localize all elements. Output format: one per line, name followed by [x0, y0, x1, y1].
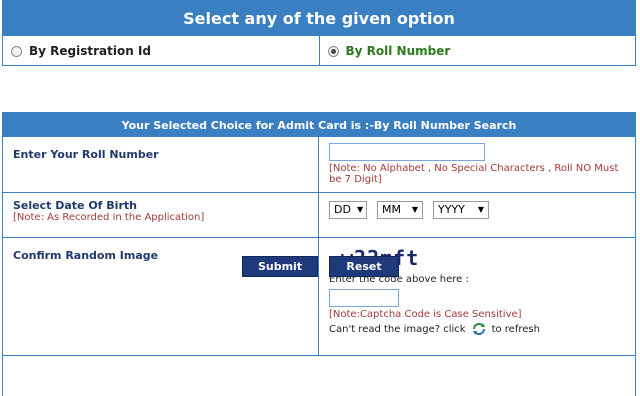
captcha-label: Confirm Random Image [13, 249, 159, 262]
dob-label: Select Date Of Birth [13, 199, 137, 212]
roll-number-row: Enter Your Roll Number [Note: No Alphabe… [3, 137, 635, 193]
radio-roll-number[interactable] [327, 45, 339, 57]
option-box: Select any of the given option By Regist… [2, 0, 636, 66]
dob-note: [Note: As Recorded in the Application] [13, 212, 205, 223]
captcha-input[interactable] [329, 289, 399, 307]
option-registration-label: By Registration Id [29, 44, 151, 58]
dob-year-select[interactable]: YYYY ▼ [433, 200, 489, 219]
captcha-row: Confirm Random Image w22mft Enter the co… [3, 238, 635, 356]
chevron-down-icon: ▼ [477, 205, 484, 214]
form-title: Your Selected Choice for Admit Card is :… [3, 113, 635, 137]
option-row: By Registration Id By Roll Number [3, 36, 635, 66]
roll-number-note: [Note: No Alphabet , No Special Characte… [329, 162, 619, 185]
roll-number-input[interactable] [329, 142, 485, 161]
captcha-note: [Note:Captcha Code is Case Sensitive] [329, 309, 522, 320]
dob-row: Select Date Of Birth [Note: As Recorded … [3, 193, 635, 238]
dob-day-select[interactable]: DD ▼ [329, 200, 367, 219]
submit-button[interactable]: Submit [242, 256, 318, 277]
option-box-title: Select any of the given option [3, 1, 635, 36]
dob-month-select[interactable]: MM ▼ [377, 200, 423, 219]
cant-read-text: Can't read the image? click [329, 323, 466, 335]
chevron-down-icon: ▼ [356, 205, 364, 214]
radio-registration-id[interactable] [11, 45, 22, 57]
roll-number-label: Enter Your Roll Number [13, 148, 159, 161]
reset-button[interactable]: Reset [329, 256, 399, 277]
refresh-icon[interactable] [472, 322, 486, 336]
refresh-text: to refresh [491, 323, 540, 335]
captcha-refresh-line: Can't read the image? click to refresh [329, 322, 635, 336]
admit-card-form: Your Selected Choice for Admit Card is :… [2, 112, 636, 396]
option-roll-number[interactable]: By Roll Number [320, 36, 636, 66]
option-roll-label: By Roll Number [345, 44, 451, 58]
chevron-down-icon: ▼ [411, 205, 418, 214]
option-registration-id[interactable]: By Registration Id [3, 36, 320, 66]
